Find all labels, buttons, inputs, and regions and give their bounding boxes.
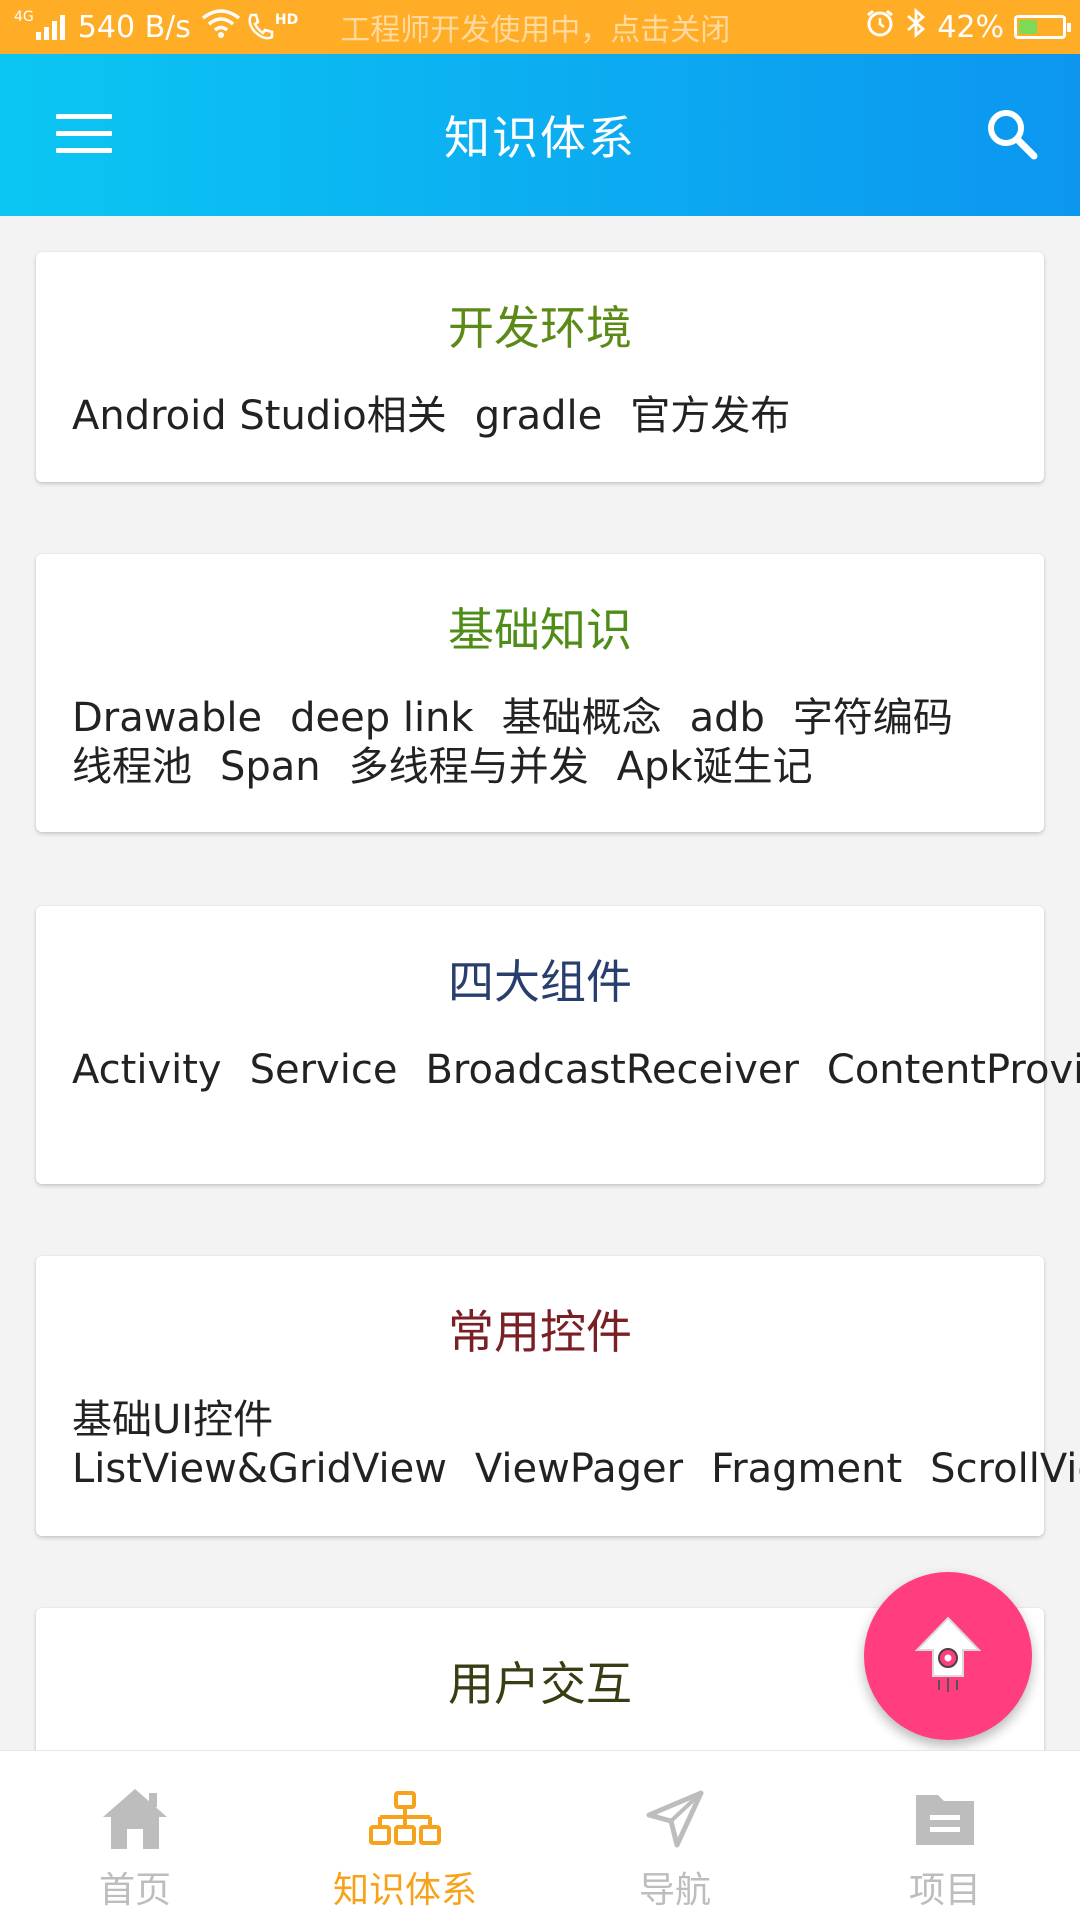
category-tag[interactable]: 多线程与并发 [349,744,589,790]
category-tag[interactable]: ViewPager [475,1446,683,1492]
nav-label: 知识体系 [332,1870,477,1911]
hd-call-icon: HD [245,12,298,42]
category-card-2[interactable]: 四大组件 Activity Service BroadcastReceiver Con… [36,906,1080,1184]
page-title: 知识体系 [444,111,636,165]
nav-label: 导航 [638,1870,711,1911]
bluetooth-icon [905,7,927,46]
category-tag[interactable]: 基础UI控件 [72,1397,273,1443]
category-card-0[interactable]: 开发环境 Android Studio相关 gradle 官方发布 [36,252,1044,482]
category-tags: Activity Service BroadcastReceiver ContentP… [36,1046,1080,1095]
category-tag[interactable]: adb [690,695,765,741]
category-tag[interactable]: Fragment [711,1446,902,1492]
battery-level-fill [1019,20,1037,34]
status-bar: 4G 540 B/s HD 工程师开发使用中，点击关闭 42% [0,0,1080,54]
network-type: 4G [14,9,34,25]
category-tag[interactable]: ListView&GridView [72,1446,447,1492]
category-tag[interactable]: deep link [290,695,473,741]
navigation-icon [645,1781,705,1857]
category-tag[interactable]: 官方发布 [630,393,790,439]
battery-percentage: 42% [937,9,1004,45]
nav-item-knowledge-tree[interactable]: 知识体系 [270,1751,540,1921]
category-card-3[interactable]: 常用控件 基础UI控件ListView&GridView ViewPager Fra… [36,1256,1080,1536]
category-tag[interactable]: Service [250,1047,398,1093]
nav-item-home[interactable]: 首页 [0,1751,270,1921]
menu-icon[interactable] [56,114,112,158]
category-title: 开发环境 [448,301,632,355]
nav-label: 首页 [98,1870,171,1911]
signal-icon [35,14,68,40]
category-tag[interactable]: 字符编码 [793,695,953,741]
wifi-icon [201,8,241,46]
category-card-1[interactable]: 基础知识 Drawable deep link 基础概念 adb 字符编码线程池 Span… [36,554,1044,832]
bottom-navigation: 首页 知识体系 导航 项目 [0,1750,1080,1921]
category-tag[interactable]: Activity [72,1047,222,1093]
alarm-icon [865,8,895,46]
scroll-to-top-button[interactable] [864,1572,1032,1740]
home-icon [99,1781,171,1857]
nav-item-navigation[interactable]: 导航 [540,1751,810,1921]
hd-label: HD [274,12,299,28]
nav-label: 项目 [908,1870,981,1911]
arrow-up-icon [913,1614,983,1698]
category-tag[interactable]: gradle [475,393,602,439]
hierarchy-icon [368,1781,442,1857]
category-tag[interactable]: 线程池 [72,744,192,790]
category-tags: Drawable deep link 基础概念 adb 字符编码线程池 Span 多线程与并… [36,694,1044,792]
folder-icon [912,1781,978,1857]
category-tag[interactable]: Span [220,744,321,790]
category-tag[interactable]: 基础概念 [502,695,662,741]
category-tag[interactable]: Drawable [72,695,262,741]
category-tag[interactable]: Apk诞生记 [617,744,813,790]
knowledge-tree-list[interactable]: 开发环境 Android Studio相关 gradle 官方发布 基础知识 Dra… [0,216,1080,1750]
category-tag[interactable]: Android Studio相关 [72,393,447,439]
developer-mode-notice[interactable]: 工程师开发使用中，点击关闭 [340,5,730,49]
category-tag[interactable]: ScrollView [930,1446,1080,1492]
app-bar: 知识体系 [0,54,1080,216]
network-speed: 540 B/s [77,9,191,45]
nav-item-projects[interactable]: 项目 [810,1751,1080,1921]
category-tags: Android Studio相关 gradle 官方发布 [36,392,1044,441]
category-title: 基础知识 [448,603,632,657]
category-title: 四大组件 [448,955,632,1009]
category-tag[interactable]: ContentProvider [827,1047,1080,1093]
category-tag[interactable]: BroadcastReceiver [425,1047,798,1093]
category-title: 常用控件 [448,1305,632,1359]
category-tags: 基础UI控件ListView&GridView ViewPager Fragment… [36,1396,1080,1494]
search-icon[interactable] [982,104,1042,164]
battery-icon [1014,15,1071,39]
